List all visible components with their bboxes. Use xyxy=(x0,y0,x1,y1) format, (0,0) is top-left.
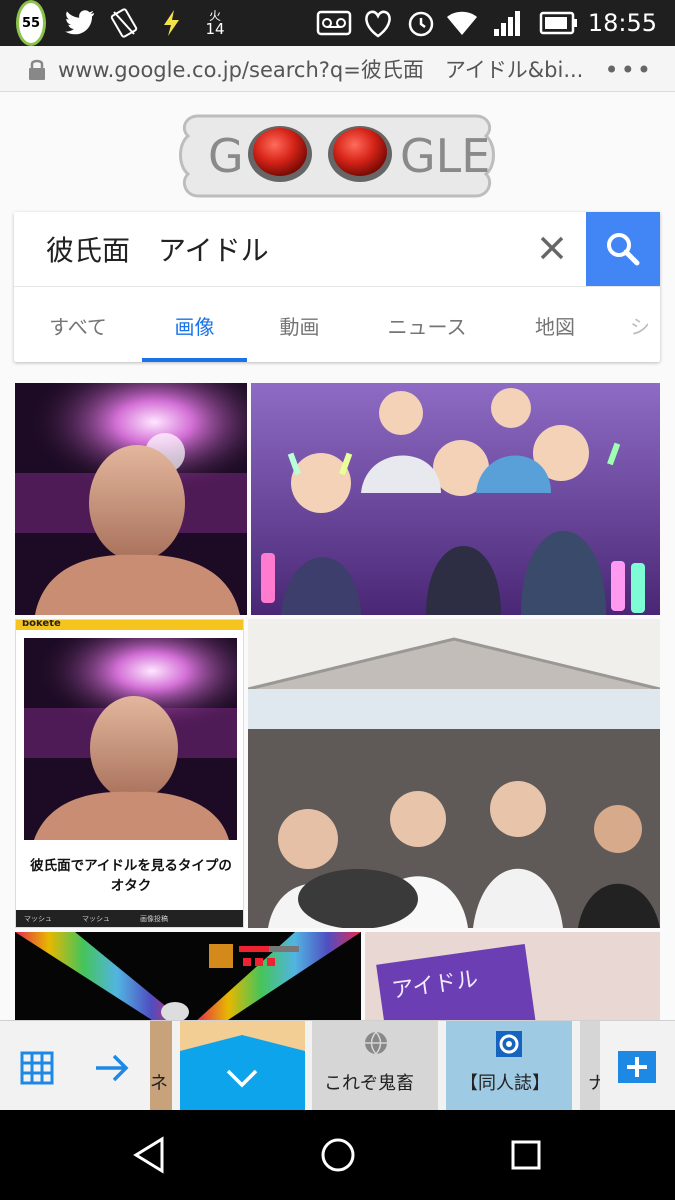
arrow-right-icon[interactable] xyxy=(94,1051,130,1085)
browser-tab-label: 【同人誌】 xyxy=(460,1073,550,1094)
google-doodle-logo[interactable]: G GLE xyxy=(176,106,498,204)
image-result-rainbow-game[interactable] xyxy=(15,932,361,1022)
image-result-idol-event[interactable] xyxy=(248,619,660,928)
browser-tab-strip: ネ G これぞ鬼畜 【同人誌】 ナ xyxy=(0,1020,675,1111)
wifi-icon xyxy=(444,0,480,46)
url-text[interactable]: www.google.co.jp/search?q=彼氏面 アイドル&bi... xyxy=(58,54,603,84)
new-tab-area xyxy=(600,1021,675,1111)
grid-icon[interactable] xyxy=(20,1051,54,1085)
browser-tab-active[interactable]: G xyxy=(180,1021,305,1111)
search-input[interactable] xyxy=(14,212,586,286)
browser-tab[interactable]: 【同人誌】 xyxy=(446,1021,572,1111)
search-tabs: すべて 画像 動画 ニュース 地図 シ xyxy=(14,286,660,362)
voicemail-icon xyxy=(314,0,354,46)
active-tab-indicator xyxy=(142,358,247,362)
more-menu-icon[interactable]: ••• xyxy=(605,56,653,84)
image-result-bokete-meme[interactable]: bokete 彼氏面でアイドルを見るタイプのオタク マッシュ マッシュ 画像投稿 xyxy=(15,619,244,928)
tab-all[interactable]: すべて xyxy=(14,287,142,362)
twitter-icon xyxy=(62,0,98,46)
browser-tab-label: ナ xyxy=(588,1073,600,1094)
clear-search-icon[interactable] xyxy=(532,228,572,268)
globe-icon xyxy=(365,1031,387,1055)
svg-text:GLE: GLE xyxy=(400,129,490,183)
browser-tab-label: ネ xyxy=(150,1073,168,1094)
purple-card: アイドル xyxy=(376,943,536,1022)
browser-tab[interactable]: ネ xyxy=(150,1021,172,1111)
tab-videos[interactable]: 動画 xyxy=(247,287,352,362)
alarm-icon xyxy=(404,0,438,46)
battery-level-badge: 55 xyxy=(16,0,46,46)
status-bar: 55 火 14 18:55 xyxy=(0,0,675,46)
heart-mail-icon xyxy=(360,0,396,46)
image-result-anime-fans[interactable] xyxy=(251,383,660,615)
home-icon[interactable] xyxy=(318,1135,358,1175)
site-icon xyxy=(496,1031,522,1057)
status-time: 18:55 xyxy=(587,9,657,37)
browser-tab-label: これぞ鬼畜 xyxy=(324,1073,414,1094)
search-card: すべて 画像 動画 ニュース 地図 シ xyxy=(14,212,660,362)
tab-maps[interactable]: 地図 xyxy=(502,287,608,362)
chevron-down-icon xyxy=(226,1069,258,1088)
svg-text:G: G xyxy=(208,129,244,183)
image-result-concert-man[interactable] xyxy=(15,383,247,615)
image-result-idol-card[interactable]: アイドル xyxy=(365,932,660,1022)
search-button[interactable] xyxy=(586,212,660,286)
idol-card-text: アイドル xyxy=(390,966,480,1004)
battery-icon xyxy=(538,0,580,46)
meme-footer-item: 画像投稿 xyxy=(140,915,168,923)
lock-icon xyxy=(26,58,48,80)
meme-footer-item: マッシュ xyxy=(82,915,110,923)
tab-news[interactable]: ニュース xyxy=(352,287,502,362)
flash-icon xyxy=(156,0,186,46)
system-nav-bar xyxy=(0,1110,675,1200)
search-icon xyxy=(607,233,640,266)
meme-footer: マッシュ マッシュ 画像投稿 xyxy=(16,910,243,927)
back-icon[interactable] xyxy=(130,1135,170,1175)
calendar-icon: 火 14 xyxy=(198,0,232,46)
recents-icon[interactable] xyxy=(506,1135,546,1175)
browser-tab[interactable]: ナ xyxy=(580,1021,600,1111)
tab-images[interactable]: 画像 xyxy=(142,287,247,362)
browser-tab[interactable]: これぞ鬼畜 xyxy=(312,1021,438,1111)
tab-more[interactable]: シ xyxy=(630,287,660,362)
plus-icon[interactable] xyxy=(618,1051,656,1083)
meme-caption: 彼氏面でアイドルを見るタイプのオタク xyxy=(30,858,232,895)
signal-icon xyxy=(490,0,524,46)
meme-brand: bokete xyxy=(22,619,61,629)
calendar-day-number: 14 xyxy=(205,19,225,38)
address-bar[interactable]: www.google.co.jp/search?q=彼氏面 アイドル&bi...… xyxy=(0,46,675,92)
no-signal-icon xyxy=(108,0,140,46)
tab-close-panel[interactable] xyxy=(180,1051,305,1111)
meme-footer-item: マッシュ xyxy=(24,915,52,923)
